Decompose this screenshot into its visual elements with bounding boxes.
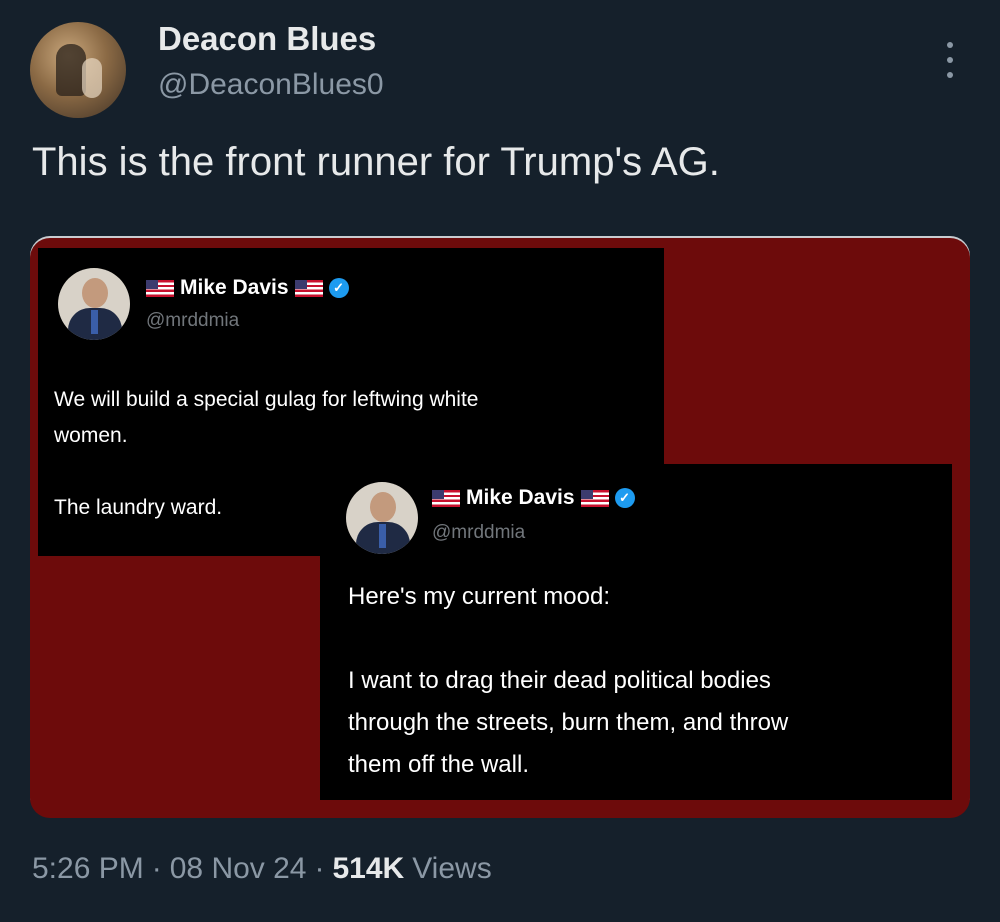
author-display-name[interactable]: Deacon Blues [158, 20, 376, 58]
more-icon[interactable] [942, 40, 958, 80]
views-label[interactable]: Views [412, 852, 491, 886]
embedded-handle: @mrddmia [146, 310, 240, 331]
us-flag-icon [580, 489, 609, 507]
tweet-media-image[interactable]: Mike Davis ✓ @mrddmia We will build a sp… [30, 238, 970, 818]
avatar [346, 482, 418, 554]
avatar-figure [82, 58, 102, 98]
embedded-display-name: Mike Davis [180, 276, 289, 299]
embedded-tweet-text: Here's my current mood: I want to drag t… [348, 583, 789, 778]
avatar [58, 268, 130, 340]
verified-badge-icon: ✓ [328, 278, 349, 298]
embedded-handle: @mrddmia [432, 522, 526, 543]
tweet-text: This is the front runner for Trump's AG. [32, 140, 720, 184]
views-count[interactable]: 514K [333, 852, 405, 886]
meta-separator: · [314, 852, 325, 885]
tweet-author-avatar[interactable] [30, 22, 126, 118]
tweet-date[interactable]: 08 Nov 24 [170, 852, 307, 886]
tweet-time[interactable]: 5:26 PM [32, 852, 144, 886]
embedded-name-row: Mike Davis ✓ [146, 276, 349, 300]
us-flag-icon [146, 279, 174, 297]
embedded-tweet-2: Mike Davis ✓ @mrddmia Here's my current … [320, 464, 952, 800]
us-flag-icon [432, 489, 460, 507]
verified-badge-icon: ✓ [614, 488, 635, 508]
tweet-meta: 5:26 PM · 08 Nov 24 · 514K Views [32, 852, 492, 886]
author-handle[interactable]: @DeaconBlues0 [158, 68, 384, 102]
meta-separator: · [151, 852, 162, 885]
embedded-name-row: Mike Davis ✓ [432, 486, 635, 510]
us-flag-icon [294, 279, 323, 297]
embedded-display-name: Mike Davis [466, 486, 575, 509]
